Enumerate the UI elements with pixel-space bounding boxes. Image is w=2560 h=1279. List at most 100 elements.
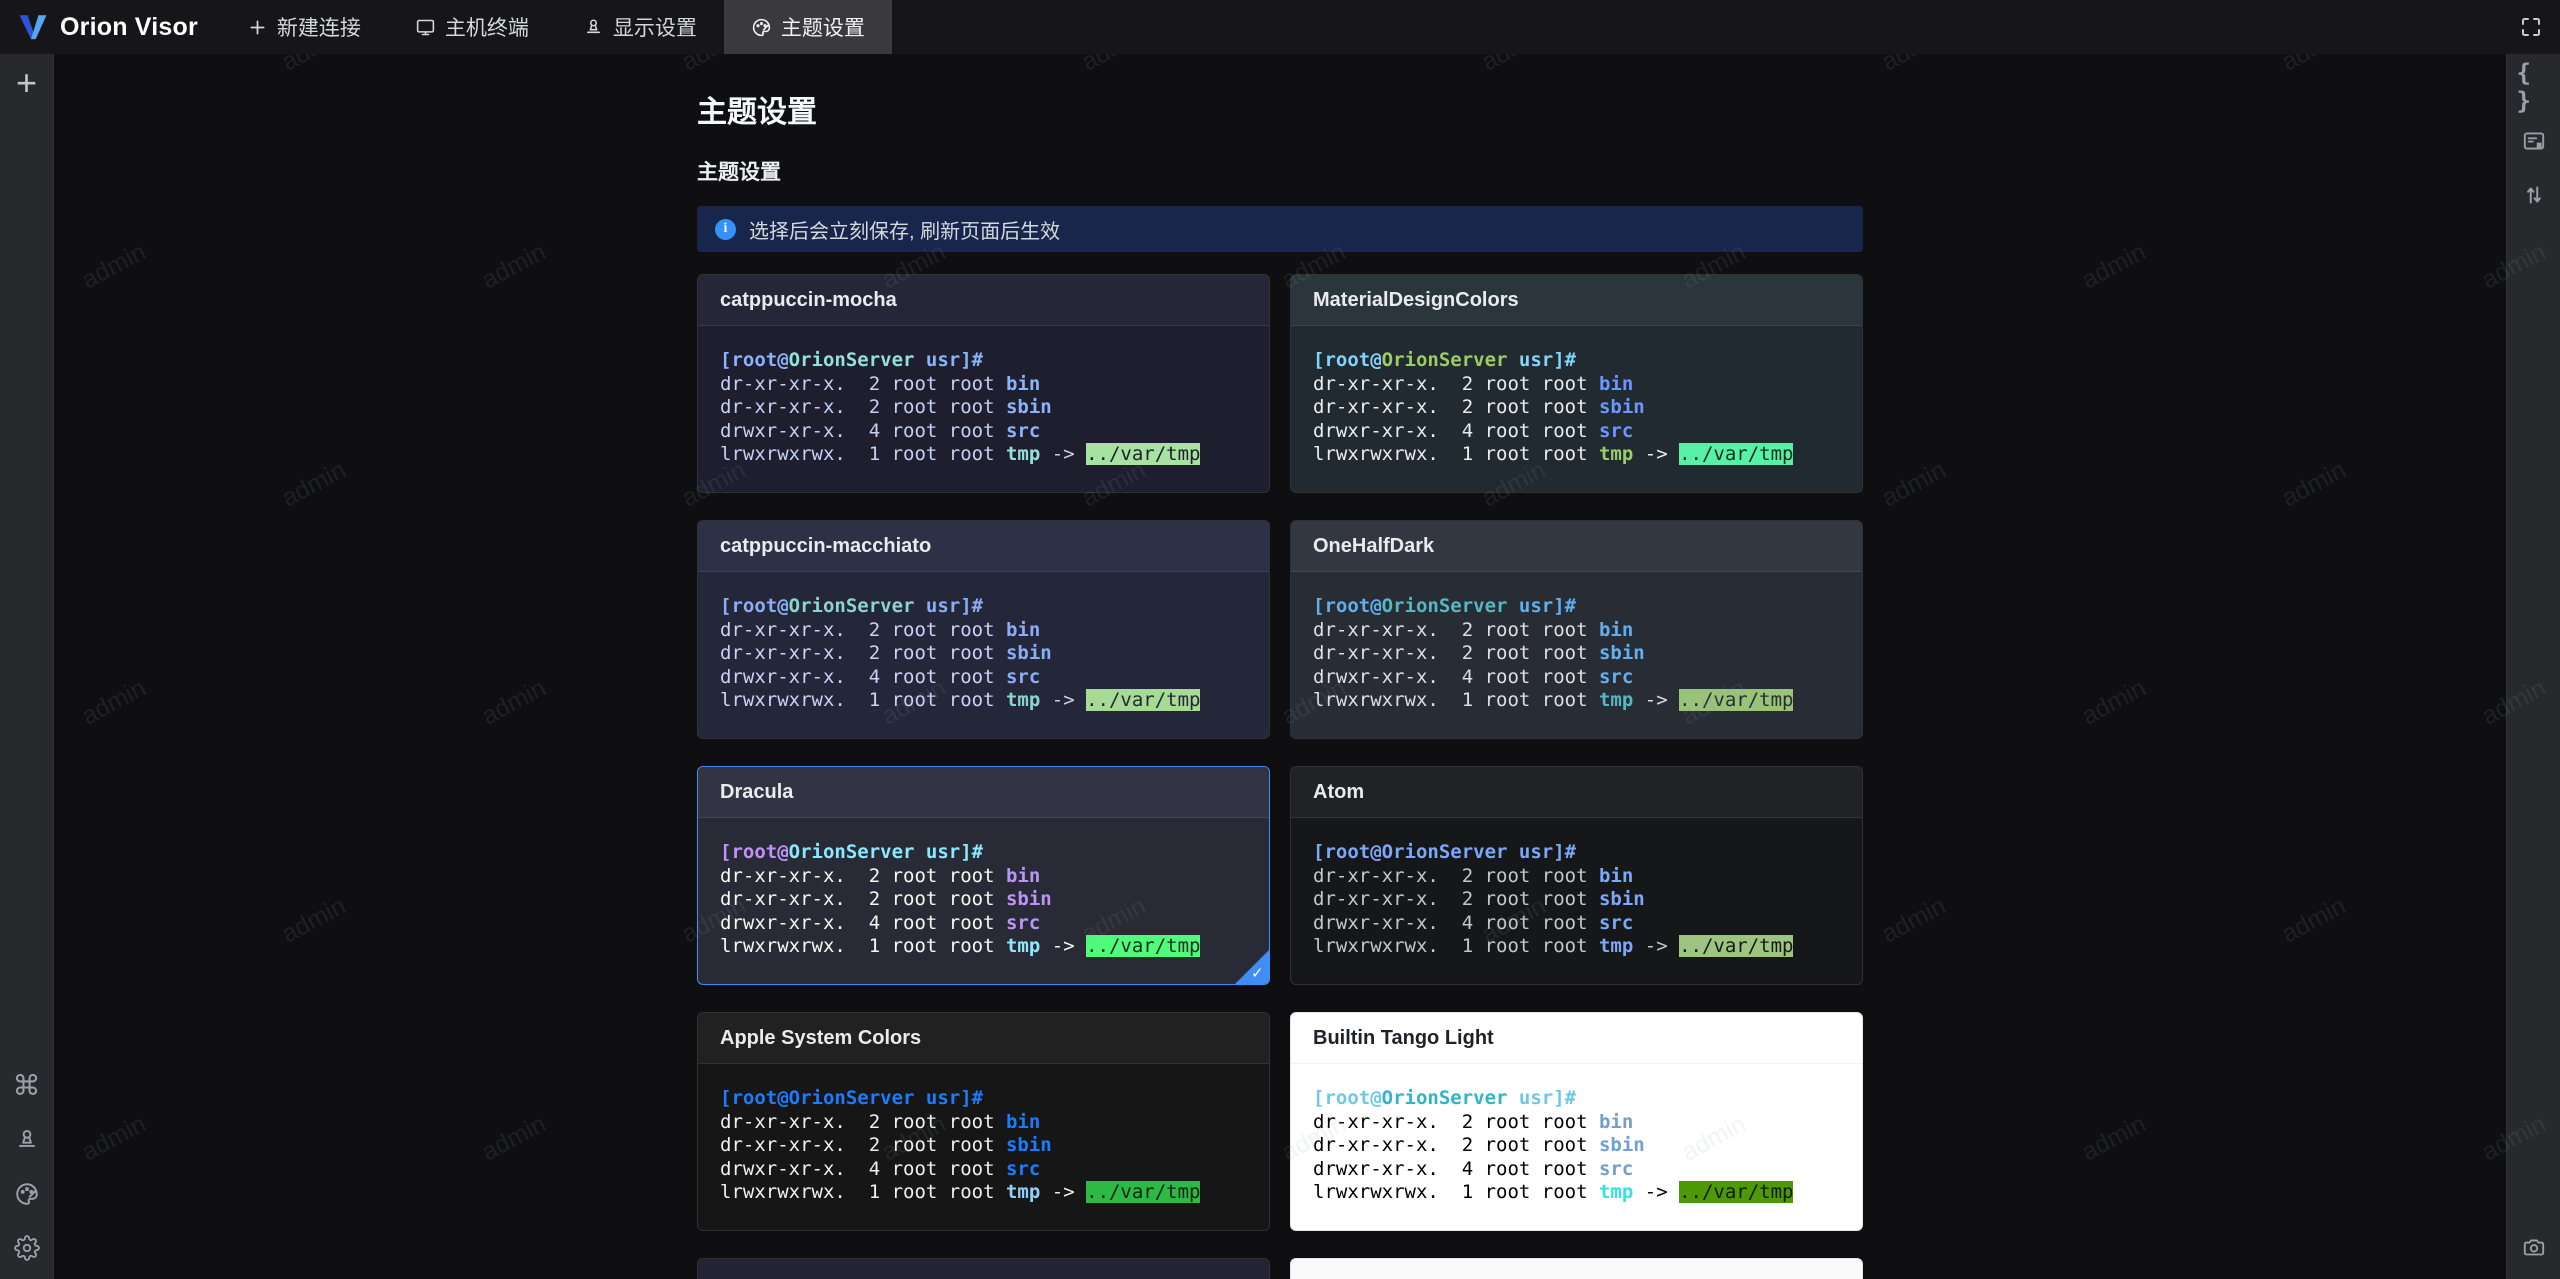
fullscreen-icon	[2522, 18, 2540, 36]
theme-card[interactable]: MaterialDesignColors [root@OrionServer u…	[1290, 274, 1863, 493]
terminal-line: drwxr-xr-x. 4 root root src	[1313, 911, 1634, 934]
theme-card-partial[interactable]	[1290, 1258, 1863, 1279]
camera-icon	[2523, 1239, 2544, 1256]
theme-card-header: Builtin Tango Light	[1291, 1013, 1862, 1064]
bookmark-doc-button[interactable]	[2517, 124, 2551, 158]
terminal-line: drwxr-xr-x. 4 root root src	[720, 911, 1041, 934]
fullscreen-button[interactable]	[2502, 0, 2560, 54]
terminal-line: dr-xr-xr-x. 2 root root sbin	[1313, 396, 1645, 418]
terminal-line: drwxr-xr-x. 4 root root src	[1313, 665, 1634, 688]
settings-button[interactable]	[10, 1231, 44, 1265]
terminal-line: lrwxrwxrwx. 1 root root tmp -> ../var/tm…	[1313, 935, 1794, 957]
json-view-button[interactable]: { }	[2517, 59, 2551, 115]
theme-card[interactable]: Atom [root@OrionServer usr]# dr-xr-xr-x.…	[1290, 766, 1863, 985]
theme-card-title: Dracula	[720, 780, 794, 803]
terminal-line: drwxr-xr-x. 4 root root src	[720, 665, 1041, 688]
theme-card-header: catppuccin-mocha	[698, 275, 1269, 326]
theme-card[interactable]: catppuccin-macchiato [root@OrionServer u…	[697, 520, 1270, 739]
terminal-line: lrwxrwxrwx. 1 root root tmp -> ../var/tm…	[720, 935, 1201, 957]
plus-icon	[250, 20, 265, 34]
check-icon: ✓	[1251, 964, 1264, 982]
nav-tabs: 新建连接 主机终端 显示设置 主题设置	[220, 0, 892, 54]
theme-card-header: OneHalfDark	[1291, 521, 1862, 572]
terminal-prompt: [root@OrionServer usr]#	[1313, 595, 1577, 617]
terminal-line: dr-xr-xr-x. 2 root root bin	[1313, 1110, 1634, 1133]
sort-arrows-icon	[2526, 186, 2541, 204]
new-tab-button[interactable]: +	[10, 62, 44, 103]
right-sidebar: { }	[2506, 54, 2560, 1279]
terminal-line: dr-xr-xr-x. 2 root root bin	[1313, 864, 1634, 887]
terminal-line: lrwxrwxrwx. 1 root root tmp -> ../var/tm…	[1313, 689, 1794, 711]
theme-button[interactable]	[10, 1177, 44, 1211]
terminal-line: drwxr-xr-x. 4 root root src	[1313, 419, 1634, 442]
terminal-preview: [root@OrionServer usr]# dr-xr-xr-x. 2 ro…	[1291, 818, 1862, 959]
terminal-line: lrwxrwxrwx. 1 root root tmp -> ../var/tm…	[1313, 443, 1794, 465]
theme-card-header: Apple System Colors	[698, 1013, 1269, 1064]
info-alert-text: 选择后会立刻保存, 刷新页面后生效	[749, 220, 1061, 243]
terminal-preview: [root@OrionServer usr]# dr-xr-xr-x. 2 ro…	[1291, 1064, 1862, 1205]
terminal-line: dr-xr-xr-x. 2 root root sbin	[720, 1134, 1052, 1156]
info-alert: i 选择后会立刻保存, 刷新页面后生效	[697, 206, 1863, 252]
theme-card-partial[interactable]	[697, 1258, 1270, 1279]
theme-card-header: Atom	[1291, 767, 1862, 818]
main-content: 主题设置 主题设置 i 选择后会立刻保存, 刷新页面后生效 catppuccin…	[54, 54, 2506, 1279]
sort-button[interactable]	[2517, 178, 2551, 212]
selected-corner: ✓	[1234, 949, 1269, 984]
tab-label: 显示设置	[612, 17, 697, 40]
terminal-line: dr-xr-xr-x. 2 root root bin	[1313, 372, 1634, 395]
terminal-line: dr-xr-xr-x. 2 root root bin	[1313, 618, 1634, 641]
theme-card[interactable]: Dracula [root@OrionServer usr]# dr-xr-xr…	[697, 766, 1270, 985]
terminal-line: dr-xr-xr-x. 2 root root bin	[720, 618, 1041, 641]
info-icon: i	[715, 218, 736, 240]
terminal-line: dr-xr-xr-x. 2 root root sbin	[1313, 888, 1645, 910]
orion-visor-logo	[19, 14, 47, 39]
terminal-line: lrwxrwxrwx. 1 root root tmp -> ../var/tm…	[1313, 1181, 1794, 1203]
document-bookmark-icon	[2523, 132, 2544, 150]
terminal-prompt: [root@OrionServer usr]#	[720, 1087, 984, 1109]
terminal-preview: [root@OrionServer usr]# dr-xr-xr-x. 2 ro…	[698, 326, 1269, 467]
theme-grid: catppuccin-mocha [root@OrionServer usr]#…	[697, 274, 1863, 1279]
theme-card[interactable]: Apple System Colors [root@OrionServer us…	[697, 1012, 1270, 1231]
top-navbar: Orion Visor 新建连接 主机终端 显示设置 主题设置	[0, 0, 2560, 54]
seal-icon	[586, 18, 600, 33]
terminal-line: lrwxrwxrwx. 1 root root tmp -> ../var/tm…	[720, 1181, 1201, 1203]
theme-card[interactable]: Builtin Tango Light [root@OrionServer us…	[1290, 1012, 1863, 1231]
terminal-line: dr-xr-xr-x. 2 root root sbin	[1313, 1134, 1645, 1156]
tab-host-terminal[interactable]: 主机终端	[388, 0, 556, 54]
theme-card[interactable]: OneHalfDark [root@OrionServer usr]# dr-x…	[1290, 520, 1863, 739]
terminal-line: drwxr-xr-x. 4 root root src	[1313, 1157, 1634, 1180]
monitor-icon	[416, 19, 435, 35]
palette-icon	[15, 1183, 38, 1205]
theme-card[interactable]: catppuccin-mocha [root@OrionServer usr]#…	[697, 274, 1270, 493]
terminal-prompt: [root@OrionServer usr]#	[1313, 1087, 1577, 1109]
terminal-preview: [root@OrionServer usr]# dr-xr-xr-x. 2 ro…	[1291, 572, 1862, 713]
tab-new-connection[interactable]: 新建连接	[220, 0, 388, 54]
gear-icon	[13, 1235, 40, 1261]
terminal-line: drwxr-xr-x. 4 root root src	[720, 419, 1041, 442]
terminal-preview: [root@OrionServer usr]# dr-xr-xr-x. 2 ro…	[698, 818, 1269, 959]
brand[interactable]: Orion Visor	[0, 0, 220, 54]
theme-card-title: Builtin Tango Light	[1313, 1026, 1494, 1049]
terminal-line: dr-xr-xr-x. 2 root root bin	[720, 372, 1041, 395]
seal-button[interactable]	[10, 1123, 44, 1157]
terminal-prompt: [root@OrionServer usr]#	[720, 595, 984, 617]
theme-card-title: catppuccin-mocha	[720, 288, 897, 311]
tab-display-settings[interactable]: 显示设置	[556, 0, 724, 54]
terminal-line: lrwxrwxrwx. 1 root root tmp -> ../var/tm…	[720, 689, 1201, 711]
theme-card-title: catppuccin-macchiato	[720, 534, 932, 557]
page-title: 主题设置	[697, 96, 817, 129]
app-title: Orion Visor	[60, 12, 198, 41]
left-sidebar: + ⌘	[0, 54, 54, 1279]
command-shortcuts-button[interactable]: ⌘	[10, 1069, 44, 1103]
tab-label: 主题设置	[780, 17, 865, 40]
tab-theme-settings[interactable]: 主题设置	[723, 0, 892, 54]
terminal-prompt: [root@OrionServer usr]#	[1313, 841, 1577, 863]
theme-card-title: OneHalfDark	[1313, 534, 1435, 557]
palette-icon	[752, 18, 771, 36]
screenshot-button[interactable]	[2517, 1231, 2551, 1265]
theme-card-title: MaterialDesignColors	[1313, 288, 1519, 311]
terminal-line: lrwxrwxrwx. 1 root root tmp -> ../var/tm…	[720, 443, 1201, 465]
theme-card-header: MaterialDesignColors	[1291, 275, 1862, 326]
theme-card-header: Dracula	[698, 767, 1269, 818]
theme-card-header: catppuccin-macchiato	[698, 521, 1269, 572]
